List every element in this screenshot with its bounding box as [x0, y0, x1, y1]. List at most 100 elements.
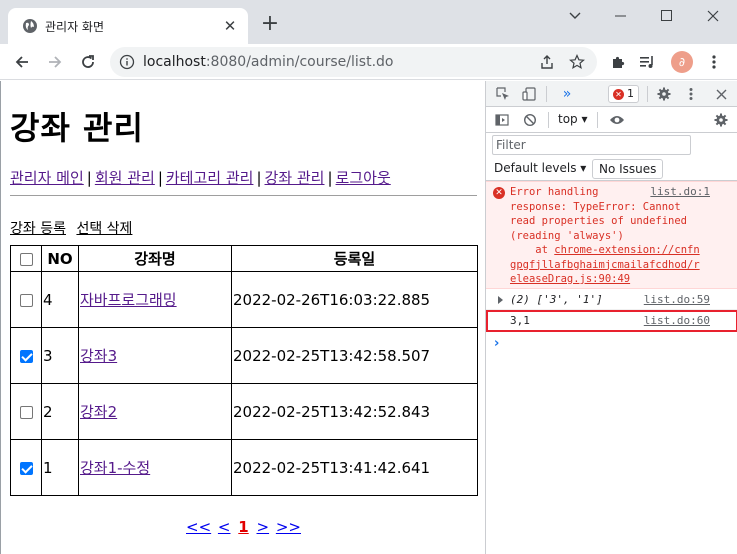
tab-title: 관리자 화면 — [45, 20, 105, 34]
levels-bar: Default levels ▾ No Issues — [486, 157, 737, 181]
tab-close-icon[interactable]: ✕ — [220, 16, 240, 36]
row-date: 2022-02-26T16:03:22.885 — [231, 271, 478, 328]
log-levels-dropdown[interactable]: Default levels ▾ — [494, 161, 586, 175]
inspect-element-icon[interactable] — [494, 85, 512, 103]
new-tab-icon[interactable]: + — [258, 12, 282, 36]
admin-nav: 관리자 메인 | 회원 관리 | 카테고리 관리 | 강좌 관리 | 로그아웃 — [10, 167, 391, 188]
reload-icon[interactable] — [76, 50, 100, 74]
page-viewport: 강좌 관리 관리자 메인 | 회원 관리 | 카테고리 관리 | 강좌 관리 | 로그아웃 강좌… — [0, 81, 485, 554]
column-header-no: NO — [41, 245, 79, 272]
console-settings-gear-icon[interactable] — [712, 111, 730, 129]
row-checkbox[interactable] — [20, 405, 33, 419]
select-all-cell — [10, 245, 42, 272]
pager-next[interactable]: > — [257, 518, 270, 536]
pager-first[interactable]: << — [186, 518, 211, 536]
delete-selected-link[interactable]: 선택 삭제 — [76, 221, 132, 237]
media-control-icon[interactable] — [638, 52, 658, 72]
minimize-icon[interactable] — [598, 0, 644, 32]
kebab-menu-icon[interactable] — [682, 85, 700, 103]
url-text: localhost:8080/admin/course/list.do — [143, 54, 394, 70]
settings-gear-icon[interactable] — [655, 85, 673, 103]
devtools-tabbar: » ✕ 1 — [486, 81, 737, 107]
course-name-link[interactable]: 자바프로그래밍 — [80, 291, 177, 309]
highlight-box — [486, 310, 737, 332]
nav-admin-main[interactable]: 관리자 메인 — [10, 169, 84, 187]
course-table: NO 강좌명 등록일 4 자바프로그래밍 2022-02-26T16:03:22… — [10, 245, 478, 496]
address-bar[interactable]: localhost:8080/admin/course/list.do — [110, 47, 597, 77]
page-title: 강좌 관리 — [10, 109, 144, 147]
console-toolbar: top ▾ — [486, 107, 737, 133]
bookmark-star-icon[interactable] — [568, 53, 586, 71]
extensions-puzzle-icon[interactable] — [608, 52, 628, 72]
forward-arrow-icon[interactable] — [43, 50, 67, 74]
filter-bar: Filter — [486, 133, 737, 157]
table-row: 1 강좌1-수정 2022-02-25T13:41:42.641 — [10, 439, 478, 496]
course-name-link[interactable]: 강좌3 — [80, 347, 117, 365]
console-array-message[interactable]: (2) ['3', '1'] list.do:59 — [486, 289, 737, 310]
table-row: 3 강좌3 2022-02-25T13:42:58.507 — [10, 327, 478, 384]
register-course-link[interactable]: 강좌 등록 — [10, 221, 66, 237]
pager-prev[interactable]: < — [218, 518, 231, 536]
table-row: 4 자바프로그래밍 2022-02-26T16:03:22.885 — [10, 271, 478, 328]
sidebar-toggle-icon[interactable] — [493, 111, 511, 129]
error-count: 1 — [627, 87, 634, 100]
array-preview: (2) ['3', '1'] — [510, 293, 603, 306]
course-name-link[interactable]: 강좌2 — [80, 403, 117, 421]
expand-triangle-icon[interactable] — [498, 296, 503, 304]
browser-toolbar: localhost:8080/admin/course/list.do ∂ — [0, 44, 737, 80]
nav-separator: | — [327, 169, 333, 187]
nav-logout[interactable]: 로그아웃 — [336, 169, 391, 187]
row-date: 2022-02-25T13:42:52.843 — [231, 383, 478, 440]
nav-category-manage[interactable]: 카테고리 관리 — [166, 169, 254, 187]
globe-icon — [23, 19, 37, 33]
select-all-checkbox[interactable] — [19, 252, 33, 266]
close-window-icon[interactable] — [690, 0, 736, 32]
pager-current-page[interactable]: 1 — [238, 518, 248, 536]
clear-console-icon[interactable] — [521, 111, 539, 129]
issues-button[interactable]: No Issues — [592, 159, 664, 179]
column-header-date: 등록일 — [231, 245, 478, 272]
column-header-name: 강좌명 — [78, 245, 232, 272]
error-icon: ✕ — [493, 187, 505, 199]
more-menu-icon[interactable] — [704, 52, 724, 72]
maximize-icon[interactable] — [644, 0, 690, 32]
back-arrow-icon[interactable] — [10, 50, 34, 74]
nav-separator: | — [157, 169, 163, 187]
profile-avatar[interactable]: ∂ — [671, 51, 693, 73]
console-error-message: ✕ Error handling response: TypeError: Ca… — [486, 181, 737, 289]
more-tabs-icon[interactable]: » — [558, 85, 576, 103]
live-expression-eye-icon[interactable] — [608, 111, 626, 129]
close-devtools-icon[interactable] — [712, 85, 730, 103]
chevron-down-icon[interactable] — [552, 0, 598, 32]
context-selector[interactable]: top ▾ — [558, 112, 588, 126]
console-filter-input[interactable]: Filter — [492, 135, 691, 155]
divider — [10, 195, 477, 196]
row-checkbox[interactable] — [20, 461, 33, 475]
info-icon[interactable] — [119, 54, 135, 70]
devtools-panel: » ✕ 1 top ▾ Filter Default levels ▾ No I… — [485, 81, 737, 554]
toolbar-separator — [546, 86, 547, 102]
nav-separator: | — [256, 169, 262, 187]
nav-separator: | — [86, 169, 92, 187]
course-name-link[interactable]: 강좌1-수정 — [80, 459, 150, 477]
table-header-row: NO 강좌명 등록일 — [10, 245, 478, 272]
error-source-link[interactable]: list.do:1 — [650, 185, 710, 198]
toolbar-separator — [597, 112, 598, 128]
row-checkbox[interactable] — [20, 293, 33, 307]
error-count-badge[interactable]: ✕ 1 — [608, 85, 639, 103]
stack-trace: at chrome-extension://cnfn gpgfjllafbgha… — [510, 244, 700, 285]
array-source-link[interactable]: list.do:59 — [644, 293, 710, 306]
nav-course-manage[interactable]: 강좌 관리 — [265, 169, 325, 187]
device-toolbar-icon[interactable] — [520, 85, 538, 103]
row-no: 4 — [41, 271, 79, 328]
nav-member-manage[interactable]: 회원 관리 — [95, 169, 155, 187]
error-text: Error handling response: TypeError: Cann… — [510, 186, 688, 242]
toolbar-separator — [548, 112, 549, 128]
console-prompt[interactable]: › — [494, 336, 499, 351]
action-links: 강좌 등록 선택 삭제 — [10, 218, 138, 238]
pager-last[interactable]: >> — [276, 518, 301, 536]
share-icon[interactable] — [538, 53, 556, 71]
browser-tab[interactable]: 관리자 화면 ✕ — [8, 8, 248, 44]
row-no: 1 — [41, 439, 79, 496]
row-checkbox[interactable] — [20, 349, 33, 363]
